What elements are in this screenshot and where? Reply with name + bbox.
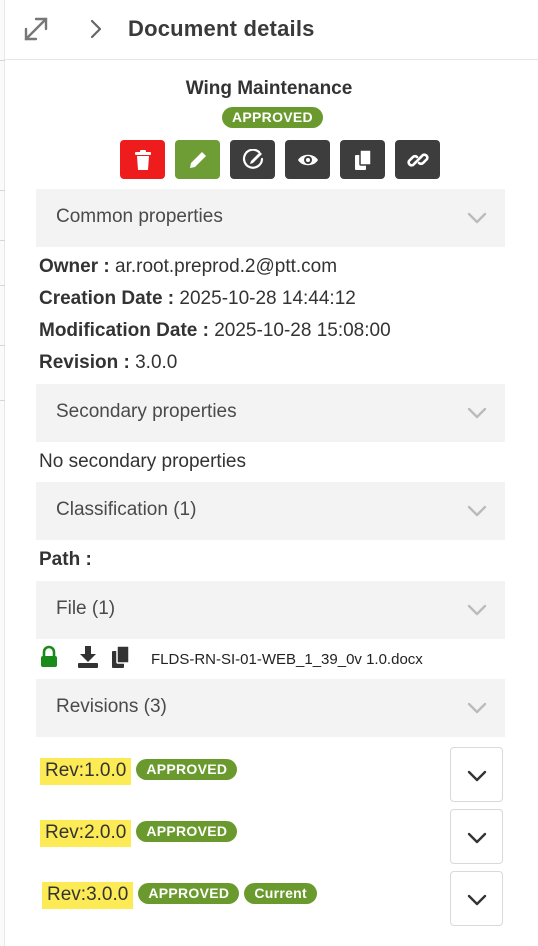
download-icon[interactable] — [77, 645, 99, 669]
classification-section[interactable]: Classification (1) — [36, 482, 505, 540]
creation-date-property: Creation Date : 2025-10-28 14:44:12 — [39, 288, 356, 310]
common-properties-section[interactable]: Common properties — [36, 189, 505, 247]
copy-button[interactable] — [340, 140, 385, 179]
link-icon — [406, 152, 429, 167]
delete-button[interactable] — [120, 140, 165, 179]
background-panel-edge — [0, 0, 5, 946]
document-status-badge: APPROVED — [222, 107, 323, 128]
owner-label: Owner : — [39, 256, 110, 277]
current-revision-badge: Current — [244, 883, 317, 904]
revision-expand-button[interactable] — [450, 871, 503, 926]
chevron-down-icon — [467, 505, 487, 517]
revision-label: Revision : — [39, 352, 130, 373]
revision-label: Rev:3.0.0 — [42, 882, 134, 909]
revision-status-badge: APPROVED — [138, 883, 240, 904]
pencil-icon — [189, 151, 206, 168]
page-title: Document details — [128, 16, 315, 41]
link-button[interactable] — [395, 140, 440, 179]
section-title: File (1) — [56, 598, 116, 619]
file-section[interactable]: File (1) — [36, 581, 505, 639]
revision-expand-button[interactable] — [450, 747, 503, 802]
creation-date-label: Creation Date : — [39, 288, 175, 309]
file-name-link[interactable]: FLDS-RN-SI-01-WEB_1_39_0v 1.0.docx — [151, 651, 423, 668]
chevron-down-icon — [467, 212, 487, 224]
revision-label: Rev:2.0.0 — [40, 820, 132, 847]
revision-status-badge: APPROVED — [136, 759, 238, 780]
copy-icon[interactable] — [110, 645, 132, 669]
panel-header: Document details — [5, 0, 538, 60]
expand-icon[interactable] — [22, 15, 50, 43]
owner-value: ar.root.preprod.2@ptt.com — [115, 256, 338, 277]
revision-item: Rev:2.0.0 APPROVED — [40, 820, 238, 850]
modification-date-label: Modification Date : — [39, 320, 209, 341]
section-title: Secondary properties — [56, 401, 237, 422]
lock-icon[interactable] — [38, 645, 60, 669]
path-label-text: Path : — [39, 549, 92, 570]
owner-property: Owner : ar.root.preprod.2@ptt.com — [39, 256, 337, 278]
chevron-down-icon — [467, 832, 487, 844]
chevron-right-icon[interactable] — [89, 19, 103, 39]
document-name: Wing Maintenance — [185, 78, 353, 99]
copy-icon — [354, 148, 372, 170]
secondary-properties-section[interactable]: Secondary properties — [36, 384, 505, 442]
revision-item: Rev:3.0.0 APPROVED Current — [42, 882, 317, 912]
revision-value: 3.0.0 — [135, 352, 178, 373]
sign-button[interactable] — [230, 140, 275, 179]
revision-item: Rev:1.0.0 APPROVED — [40, 758, 238, 788]
chevron-down-icon — [467, 702, 487, 714]
revision-expand-button[interactable] — [450, 809, 503, 864]
revision-label: Rev:1.0.0 — [40, 758, 132, 785]
no-secondary-properties-text: No secondary properties — [39, 451, 246, 472]
action-toolbar — [120, 140, 440, 179]
revision-status-badge: APPROVED — [136, 821, 238, 842]
section-title: Revisions (3) — [56, 696, 167, 717]
trash-icon — [134, 149, 151, 170]
creation-date-value: 2025-10-28 14:44:12 — [179, 288, 356, 309]
modification-date-value: 2025-10-28 15:08:00 — [214, 320, 391, 341]
revision-property: Revision : 3.0.0 — [39, 352, 177, 374]
chevron-down-icon — [467, 770, 487, 782]
edit-button[interactable] — [175, 140, 220, 179]
chevron-down-icon — [467, 604, 487, 616]
file-row: FLDS-RN-SI-01-WEB_1_39_0v 1.0.docx — [38, 645, 508, 673]
signature-icon — [242, 148, 263, 169]
section-title: Classification (1) — [56, 499, 197, 520]
modification-date-property: Modification Date : 2025-10-28 15:08:00 — [39, 320, 391, 342]
revisions-section[interactable]: Revisions (3) — [36, 679, 505, 737]
chevron-down-icon — [467, 894, 487, 906]
section-title: Common properties — [56, 206, 223, 227]
eye-icon — [297, 154, 318, 165]
chevron-down-icon — [467, 407, 487, 419]
view-button[interactable] — [285, 140, 330, 179]
path-label: Path : — [39, 549, 92, 571]
